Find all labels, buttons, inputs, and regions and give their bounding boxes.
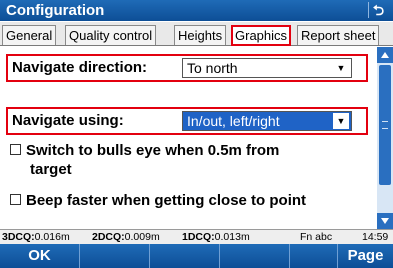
scroll-up-icon[interactable] xyxy=(377,47,393,63)
bulls-eye-option[interactable]: Switch to bulls eye when 0.5m from targe… xyxy=(10,141,279,179)
tab-graphics[interactable]: Graphics xyxy=(231,25,292,46)
vertical-scrollbar[interactable] xyxy=(377,47,393,229)
dropdown-arrow-icon[interactable]: ▼ xyxy=(333,113,349,129)
softkey-2[interactable] xyxy=(80,244,150,268)
bulls-eye-label-line1: Switch to bulls eye when 0.5m from xyxy=(26,142,280,159)
tab-strip: General Quality control Heights Graphics… xyxy=(0,22,393,46)
quality-3d: 3DCQ:0.016m xyxy=(2,231,70,243)
beep-faster-label: Beep faster when getting close to point xyxy=(26,192,307,209)
status-bar: 3DCQ:0.016m 2DCQ:0.009m 1DCQ:0.013m Fn a… xyxy=(0,229,393,244)
tab-heights[interactable]: Heights xyxy=(174,25,227,45)
dropdown-arrow-icon[interactable]: ▼ xyxy=(333,60,349,76)
scroll-thumb[interactable] xyxy=(379,65,391,185)
quality-2d: 2DCQ:0.009m xyxy=(92,231,160,243)
quality-1d: 1DCQ:0.013m xyxy=(182,231,250,243)
tab-general[interactable]: General xyxy=(2,25,57,45)
keyboard-mode: Fn abc xyxy=(300,231,333,243)
bulls-eye-checkbox[interactable] xyxy=(10,143,21,155)
navigate-using-row: Navigate using: In/out, left/right ▼ xyxy=(6,107,368,135)
clock: 14:59 xyxy=(362,231,389,243)
navigate-direction-row: Navigate direction: To north ▼ xyxy=(6,54,368,82)
navigate-using-value: In/out, left/right xyxy=(187,113,280,129)
softkey-bar: OK Page xyxy=(0,244,393,268)
tab-report-sheet[interactable]: Report sheet xyxy=(297,25,380,45)
navigate-using-label: Navigate using: xyxy=(12,112,124,129)
tab-quality-control[interactable]: Quality control xyxy=(65,25,157,45)
title-bar: Configuration ⮌ xyxy=(0,0,393,21)
settings-panel: Navigate direction: To north ▼ Navigate … xyxy=(0,47,377,229)
navigate-using-select[interactable]: In/out, left/right ▼ xyxy=(182,111,352,131)
window-title: Configuration xyxy=(6,2,105,19)
back-arrow-icon[interactable]: ⮌ xyxy=(368,2,388,18)
scroll-down-icon[interactable] xyxy=(377,213,393,229)
navigate-direction-select[interactable]: To north ▼ xyxy=(182,58,352,78)
ok-button[interactable]: OK xyxy=(0,244,80,268)
navigate-direction-label: Navigate direction: xyxy=(12,59,148,76)
beep-faster-option[interactable]: Beep faster when getting close to point xyxy=(10,191,306,210)
page-button[interactable]: Page xyxy=(338,244,393,268)
bulls-eye-label-line2: target xyxy=(30,161,72,178)
grip-icon xyxy=(382,121,388,129)
beep-faster-checkbox[interactable] xyxy=(10,193,21,205)
softkey-3[interactable] xyxy=(150,244,220,268)
softkey-4[interactable] xyxy=(220,244,290,268)
softkey-5[interactable] xyxy=(290,244,338,268)
navigate-direction-value: To north xyxy=(187,60,238,76)
